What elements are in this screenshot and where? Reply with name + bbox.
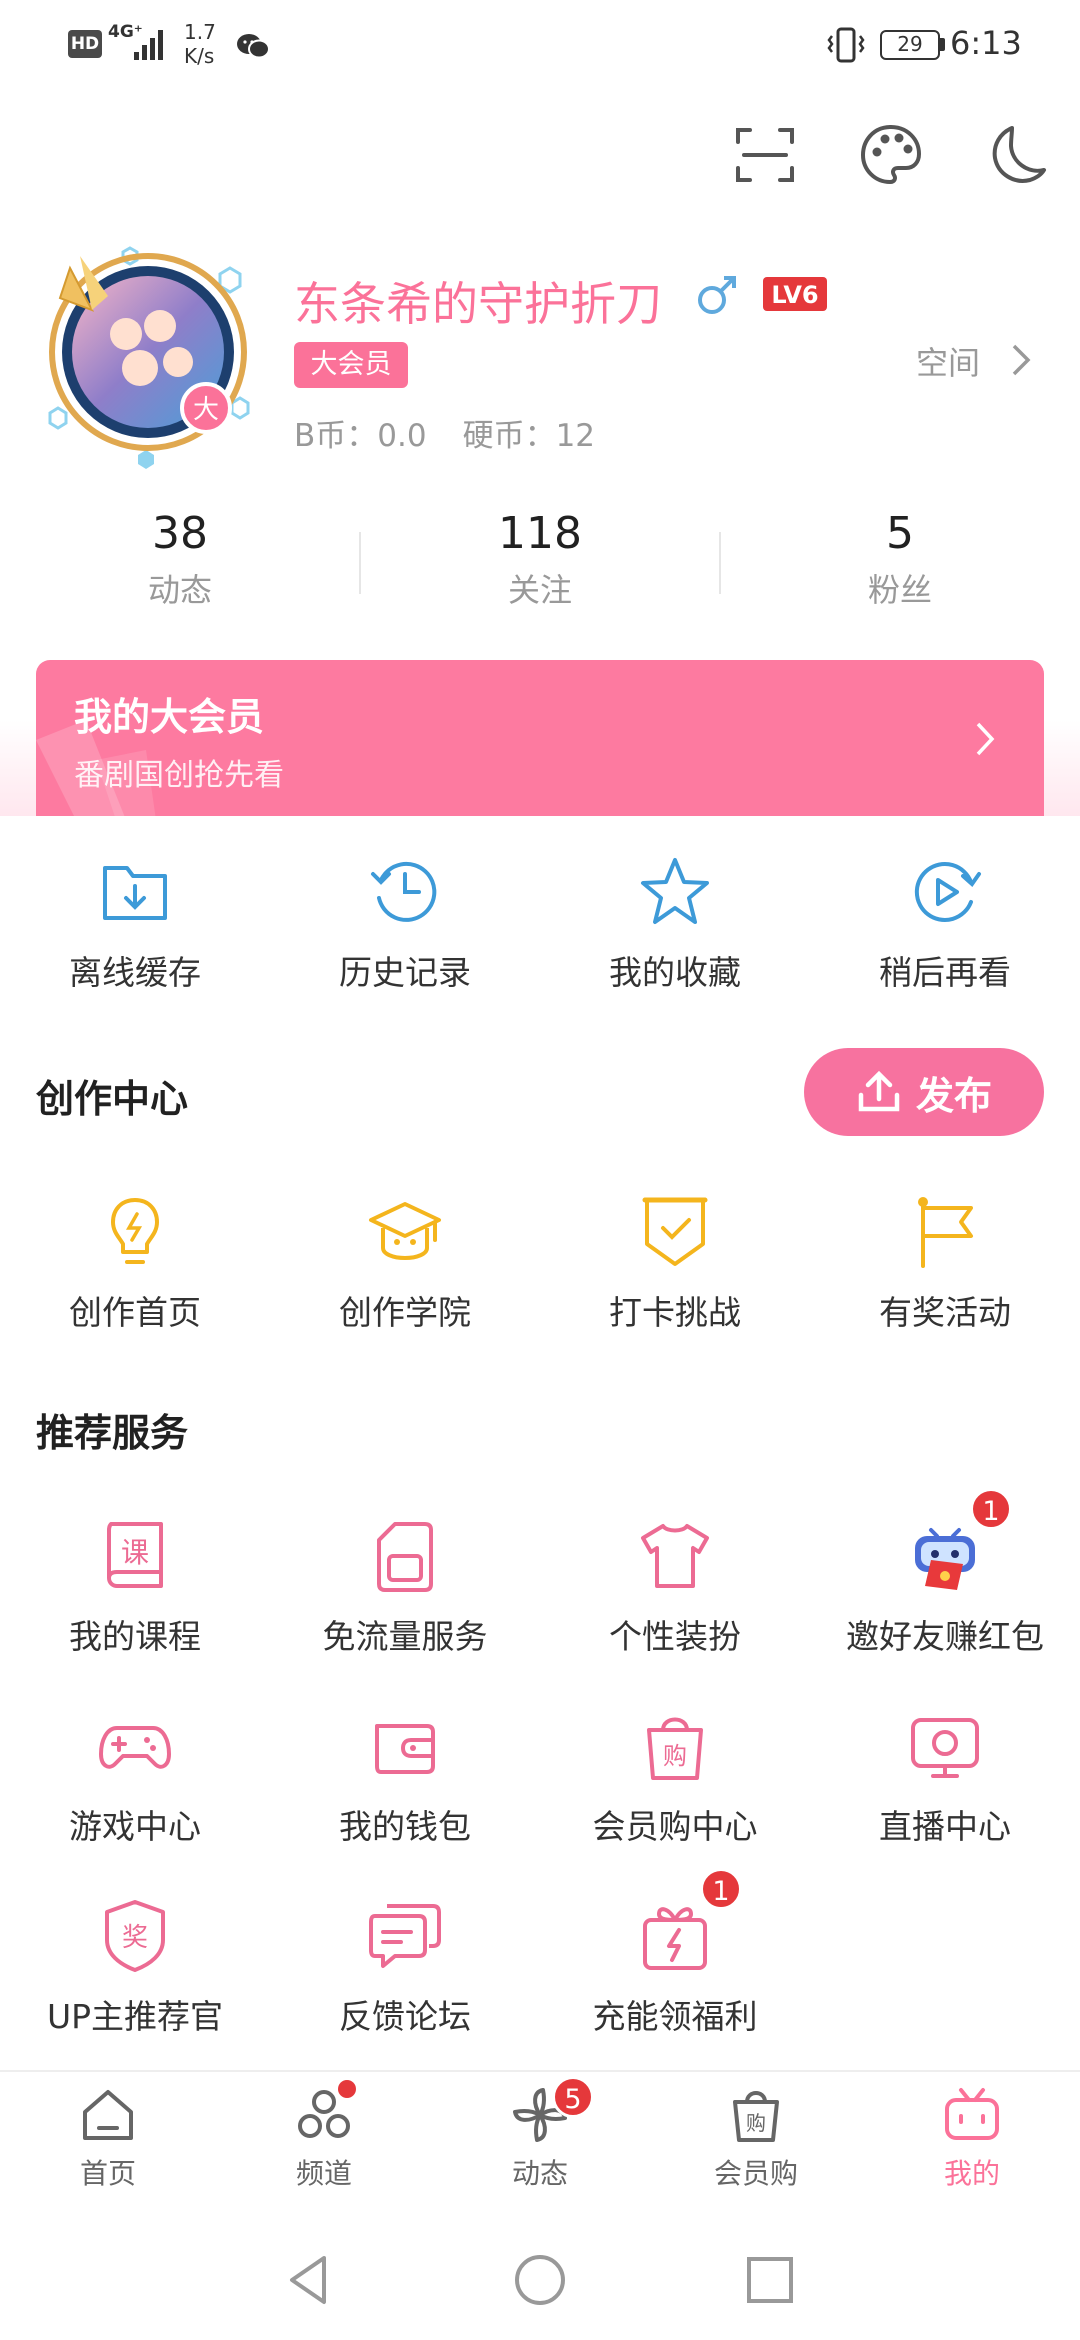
gamepad-icon [99, 1726, 171, 1769]
notification-badge: 5 [552, 2076, 594, 2118]
chat-bubbles-icon [369, 1904, 441, 1968]
offline-cache[interactable]: 离线缓存 [0, 852, 270, 994]
nav-mine[interactable]: 我的 [864, 2084, 1080, 2192]
battery-tip [940, 38, 945, 51]
shopping-bag-icon: 购 [733, 2091, 779, 2142]
avatar[interactable]: 大 [30, 238, 262, 470]
vibrate-icon [827, 27, 865, 63]
free-data-service[interactable]: 免流量服务 [270, 1516, 540, 1658]
flag-icon [918, 1197, 973, 1268]
svg-text:购: 购 [663, 1742, 687, 1770]
history[interactable]: 历史记录 [270, 852, 540, 994]
svg-text:LV6: LV6 [771, 281, 818, 309]
checkin-challenge[interactable]: 打卡挑战 [540, 1192, 810, 1334]
stat-dynamics[interactable]: 38 动态 [0, 508, 360, 611]
member-shop-center[interactable]: 购 会员购中心 [540, 1706, 810, 1848]
palette-icon[interactable] [858, 122, 924, 188]
svg-text:购: 购 [746, 2111, 766, 2135]
battery-indicator: 29 [880, 30, 940, 60]
home-icon [83, 2090, 133, 2140]
nav-dynamics[interactable]: 动态 [432, 2084, 648, 2192]
check-shield-icon [642, 1197, 708, 1266]
charge-welfare[interactable]: 充能领福利 [540, 1896, 810, 2038]
clock: 6:13 [950, 24, 1022, 62]
username[interactable]: 东条希的守护折刀 [294, 268, 662, 334]
creation-academy[interactable]: 创作学院 [270, 1192, 540, 1334]
red-dot-indicator [338, 2080, 356, 2098]
invite-friends[interactable]: 邀好友赚红包 [810, 1516, 1080, 1658]
recents-square-icon[interactable] [744, 2254, 796, 2306]
live-tv-icon [911, 1718, 979, 1778]
upload-icon [858, 1070, 900, 1112]
robot-red-envelope-icon [915, 1528, 975, 1590]
stat-following[interactable]: 118 关注 [360, 508, 720, 611]
chevron-right-icon[interactable] [1008, 340, 1034, 380]
tshirt-icon [641, 1524, 709, 1588]
svg-text:大: 大 [193, 395, 219, 425]
wechat-icon [237, 34, 270, 59]
award-badge-icon: 奖 [105, 1900, 165, 1972]
level-badge: LV6 [763, 277, 827, 311]
prize-events[interactable]: 有奖活动 [810, 1192, 1080, 1334]
notification-badge: 1 [700, 1868, 742, 1910]
tv-face-icon [945, 2088, 999, 2140]
chevron-right-icon [976, 722, 995, 756]
lightbulb-icon [111, 1198, 159, 1264]
star-icon [641, 858, 709, 924]
personal-dressup[interactable]: 个性装扮 [540, 1516, 810, 1658]
vip-title: 我的大会员 [74, 695, 265, 739]
home-circle-icon[interactable] [512, 2252, 568, 2308]
gift-bolt-icon [643, 1907, 707, 1970]
recommended-title: 推荐服务 [36, 1411, 189, 1455]
favorites[interactable]: 我的收藏 [540, 852, 810, 994]
bcoin-balance: B币：0.0 [294, 418, 427, 454]
my-wallet[interactable]: 我的钱包 [270, 1706, 540, 1848]
course-book-icon: 课 [107, 1522, 163, 1588]
publish-label: 发布 [915, 1073, 992, 1118]
nav-home[interactable]: 首页 [0, 2084, 216, 2192]
vip-tag: 大会员 [294, 342, 408, 388]
watch-later[interactable]: 稍后再看 [810, 852, 1080, 994]
scan-icon[interactable] [732, 122, 798, 188]
sim-card-icon [377, 1522, 433, 1592]
coin-count: 硬币：12 [462, 418, 596, 454]
male-gender-icon [698, 276, 736, 314]
creation-home[interactable]: 创作首页 [0, 1192, 270, 1334]
graduation-cap-icon [369, 1202, 441, 1261]
notification-badge: 1 [970, 1488, 1012, 1530]
vip-subtitle: 番剧国创抢先看 [74, 758, 284, 793]
up-recommender[interactable]: 奖 UP主推荐官 [0, 1896, 270, 2038]
vip-banner[interactable]: 我的大会员 番剧国创抢先看 [36, 660, 1044, 820]
space-link[interactable]: 空间 [916, 338, 980, 384]
stat-fans[interactable]: 5 粉丝 [720, 508, 1080, 611]
svg-text:奖: 奖 [122, 1923, 148, 1953]
my-courses[interactable]: 课 我的课程 [0, 1516, 270, 1658]
wallet-icon [375, 1724, 435, 1774]
nav-channel[interactable]: 频道 [216, 2084, 432, 2192]
system-nav-bar [0, 2232, 1080, 2340]
publish-button[interactable]: 发布 [804, 1048, 1044, 1136]
signal-icon [134, 30, 163, 60]
game-center[interactable]: 游戏中心 [0, 1706, 270, 1848]
network-speed: 1.7 K/s [184, 20, 216, 68]
nav-member-shop[interactable]: 购 会员购 [648, 2084, 864, 2192]
live-center[interactable]: 直播中心 [810, 1706, 1080, 1848]
coin-balance: B币：0.0 硬币：12 [294, 410, 631, 455]
moon-icon[interactable] [984, 122, 1050, 188]
status-bar: HD 4G⁺ 1.7 K/s 29 6:13 [0, 0, 1080, 92]
feedback-forum[interactable]: 反馈论坛 [270, 1896, 540, 2038]
back-icon[interactable] [284, 2252, 332, 2308]
creation-center-title: 创作中心 [36, 1077, 189, 1121]
shopping-bag-icon: 购 [647, 1717, 703, 1780]
history-clock-icon [371, 861, 437, 922]
svg-text:课: 课 [121, 1536, 149, 1569]
download-folder-icon [103, 866, 167, 920]
watch-later-icon [914, 862, 981, 922]
hd-indicator: HD [68, 30, 102, 58]
